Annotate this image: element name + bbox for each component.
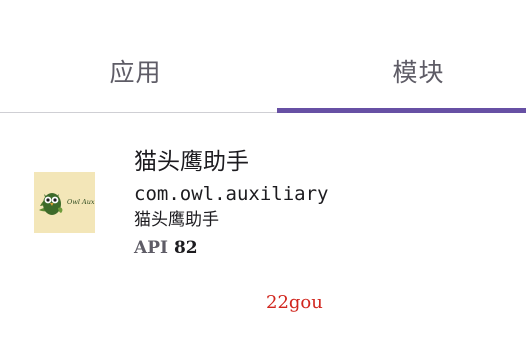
tab-modules-label: 模块 — [392, 57, 445, 87]
owl-logo-icon: Owl Auxiliary — [34, 172, 95, 233]
module-description: 猫头鹰助手 — [134, 210, 219, 230]
tab-modules[interactable]: 模块 — [263, 0, 526, 112]
api-label: API — [134, 238, 168, 258]
module-title: 猫头鹰助手 — [134, 149, 249, 175]
tab-bar: 应用 模块 — [0, 0, 526, 113]
owl-auxiliary-icon: Owl Auxiliary — [34, 172, 95, 233]
module-list-item[interactable]: Owl Auxiliary 猫头鹰助手 com.owl.auxiliary 猫头… — [0, 140, 526, 270]
lsposed-modules-screen: 应用 模块 Owl Auxiliary 猫头鹰 — [0, 0, 526, 342]
selected-tab-indicator — [277, 108, 526, 113]
tab-apps[interactable]: 应用 — [0, 0, 263, 112]
watermark-text: 22gou — [266, 292, 323, 313]
tab-apps-label: 应用 — [109, 57, 162, 87]
module-api-level: API 82 — [134, 237, 198, 259]
module-package-name: com.owl.auxiliary — [134, 183, 329, 205]
icon-caption: Owl Auxiliary — [67, 198, 95, 206]
api-value: 82 — [173, 238, 198, 258]
